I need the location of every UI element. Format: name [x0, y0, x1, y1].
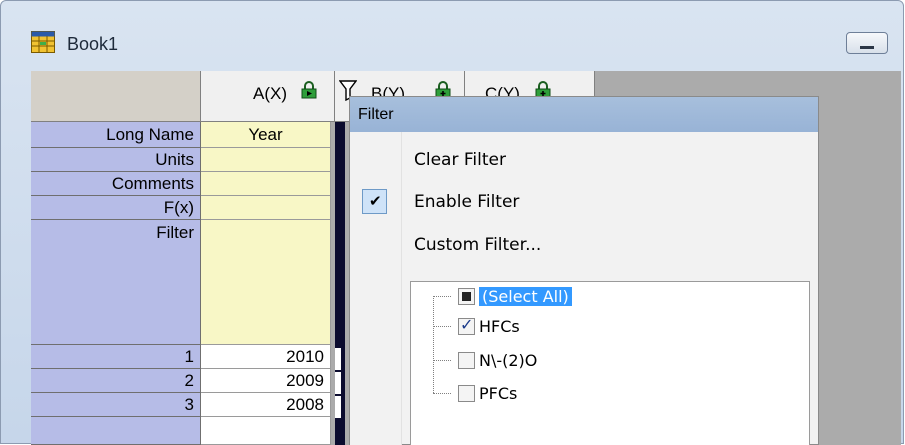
minimize-icon — [860, 46, 874, 49]
filter-values-list[interactable]: (Select All) ✓ HFCs N\-(2)O PFCs — [410, 281, 810, 445]
minimize-button[interactable] — [846, 32, 888, 54]
hfcs-label[interactable]: HFCs — [479, 317, 520, 336]
title-bar[interactable]: Book1 — [1, 1, 903, 61]
workbook-grid-icon — [31, 31, 55, 53]
hfcs-checkbox[interactable]: ✓ — [458, 317, 475, 335]
lock-x-icon — [301, 81, 317, 99]
cell-long-name-a[interactable]: Year — [201, 122, 331, 148]
row-header-units[interactable]: Units — [31, 148, 201, 172]
cell-text-fragment — [335, 348, 341, 370]
row-header-4[interactable] — [31, 417, 201, 445]
tree-connector — [433, 360, 451, 361]
cell-comments-a[interactable] — [201, 172, 331, 196]
tree-connector — [433, 393, 451, 394]
row-header-fx[interactable]: F(x) — [31, 196, 201, 220]
pfcs-label[interactable]: PFCs — [479, 384, 517, 403]
menu-item-clear-filter[interactable]: Clear Filter — [402, 145, 506, 175]
workbook-window: Book1 A(X) B(Y) C(Y) Long Name Units Com… — [0, 0, 904, 445]
row-header-1[interactable]: 1 — [31, 345, 201, 369]
n2o-label[interactable]: N\-(2)O — [479, 351, 537, 370]
tree-connector — [433, 296, 434, 393]
select-all-checkbox[interactable] — [458, 288, 475, 305]
row-header-filter[interactable]: Filter — [31, 220, 201, 345]
row-header-long-name[interactable]: Long Name — [31, 122, 201, 148]
row-header-comments[interactable]: Comments — [31, 172, 201, 196]
menu-item-enable-filter[interactable]: Enable Filter — [402, 187, 519, 217]
menu-item-custom-filter[interactable]: Custom Filter... — [402, 230, 541, 260]
cell-text-fragment — [335, 396, 341, 418]
filter-popup-menu: Filter Clear Filter ✔ Enable Filter Cust… — [349, 96, 819, 445]
pfcs-checkbox[interactable] — [458, 385, 475, 402]
tree-connector — [433, 296, 451, 297]
cell-data-a[interactable] — [201, 417, 331, 445]
checkmark-icon: ✔ — [369, 193, 382, 210]
checkmark-icon: ✓ — [460, 317, 474, 334]
cell-data-a[interactable]: 2009 — [201, 369, 331, 393]
cell-fx-a[interactable] — [201, 196, 331, 220]
n2o-checkbox[interactable] — [458, 352, 475, 369]
column-header-label: A(X) — [253, 84, 287, 103]
column-header-a[interactable]: A(X) — [201, 71, 335, 122]
select-all-label[interactable]: (Select All) — [479, 287, 572, 306]
enable-filter-check: ✔ — [362, 189, 387, 214]
filter-menu-title: Filter — [350, 97, 818, 132]
tree-connector — [433, 326, 451, 327]
cell-filter-a[interactable] — [201, 220, 331, 345]
cell-units-a[interactable] — [201, 148, 331, 172]
worksheet-area: A(X) B(Y) C(Y) Long Name Units Comments … — [31, 71, 901, 445]
window-title: Book1 — [67, 34, 119, 54]
cell-data-a[interactable]: 2010 — [201, 345, 331, 369]
sheet-corner[interactable] — [31, 71, 201, 122]
partial-check-icon — [462, 292, 471, 301]
row-header-3[interactable]: 3 — [31, 393, 201, 417]
row-header-2[interactable]: 2 — [31, 369, 201, 393]
cell-data-a[interactable]: 2008 — [201, 393, 331, 417]
menu-gutter — [350, 132, 402, 445]
cell-text-fragment — [335, 372, 341, 394]
